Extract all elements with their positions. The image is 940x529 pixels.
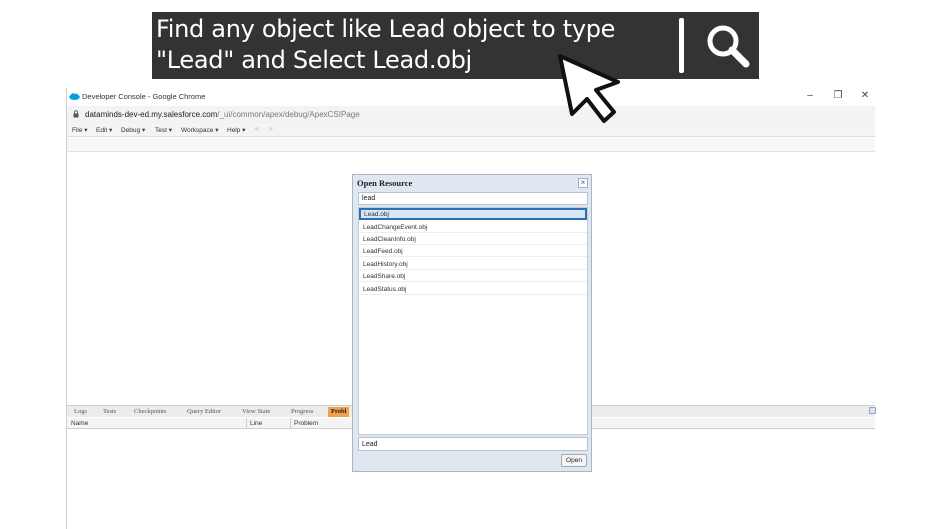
column-problem[interactable]: Problem — [294, 420, 318, 427]
nav-back-button[interactable]: < — [255, 126, 259, 133]
close-window-button[interactable]: ✕ — [858, 90, 872, 101]
title-bar: Developer Console - Google Chrome – ❐ ✕ — [67, 88, 875, 106]
open-button[interactable]: Open — [561, 454, 587, 467]
panel-toggle-button[interactable] — [869, 407, 876, 414]
dialog-title: Open Resource — [357, 178, 413, 188]
column-divider — [246, 418, 247, 429]
menu-edit[interactable]: Edit ▾ — [96, 126, 112, 134]
menu-test[interactable]: Test ▾ — [155, 126, 172, 134]
list-item-lead-obj[interactable]: Lead.obj — [359, 208, 587, 220]
menu-workspace[interactable]: Workspace ▾ — [181, 126, 218, 134]
tab-tests[interactable]: Tests — [103, 408, 116, 415]
list-item[interactable]: LeadShare.obj — [359, 270, 587, 282]
column-name[interactable]: Name — [71, 420, 88, 427]
menu-file[interactable]: File ▾ — [72, 126, 88, 134]
instruction-banner: Find any object like Lead object to type… — [152, 12, 759, 79]
list-item[interactable]: LeadCleanInfo.obj — [359, 233, 587, 245]
editor-tab-strip — [67, 138, 875, 152]
url-path: /_ui/common/apex/debug/ApexCSIPage — [217, 110, 360, 119]
open-resource-dialog: Open Resource × lead Lead.obj LeadChange… — [352, 174, 592, 472]
list-item[interactable]: LeadChangeEvent.obj — [359, 221, 587, 233]
resource-search-input[interactable]: lead — [358, 192, 588, 205]
search-icon — [707, 25, 750, 68]
instruction-line-1: Find any object like Lead object to type — [156, 15, 616, 43]
tab-view-state[interactable]: View State — [242, 408, 270, 415]
lock-icon — [73, 110, 79, 118]
menu-help[interactable]: Help ▾ — [227, 126, 245, 134]
url-host: dataminds-dev-ed.my.salesforce.com — [85, 110, 218, 119]
list-item[interactable]: LeadStatus.obj — [359, 283, 587, 295]
restore-button[interactable]: ❐ — [831, 90, 845, 101]
salesforce-cloud-icon — [69, 93, 80, 100]
list-item[interactable]: LeadFeed.obj — [359, 245, 587, 257]
menu-bar: File ▾ Edit ▾ Debug ▾ Test ▾ Workspace ▾… — [67, 123, 875, 137]
resource-name-field[interactable]: Lead — [358, 437, 588, 451]
tab-logs[interactable]: Logs — [74, 408, 87, 415]
column-divider — [290, 418, 291, 429]
banner-divider — [679, 18, 684, 73]
column-line[interactable]: Line — [250, 420, 262, 427]
tab-progress[interactable]: Progress — [291, 408, 313, 415]
tab-query-editor[interactable]: Query Editor — [187, 408, 221, 415]
window-title: Developer Console - Google Chrome — [82, 92, 206, 101]
close-icon[interactable]: × — [578, 178, 588, 188]
url-text[interactable]: dataminds-dev-ed.my.salesforce.com/_ui/c… — [85, 110, 360, 119]
minimize-button[interactable]: – — [803, 90, 817, 101]
list-item[interactable]: LeadHistory.obj — [359, 258, 587, 270]
menu-debug[interactable]: Debug ▾ — [121, 126, 145, 134]
mouse-pointer-icon — [558, 54, 620, 123]
resource-list: Lead.obj LeadChangeEvent.obj LeadCleanIn… — [358, 207, 588, 435]
tab-problems[interactable]: Probl — [328, 407, 350, 417]
tab-checkpoints[interactable]: Checkpoints — [134, 408, 167, 415]
address-bar[interactable]: dataminds-dev-ed.my.salesforce.com/_ui/c… — [67, 106, 875, 123]
nav-forward-button[interactable]: > — [269, 126, 273, 133]
